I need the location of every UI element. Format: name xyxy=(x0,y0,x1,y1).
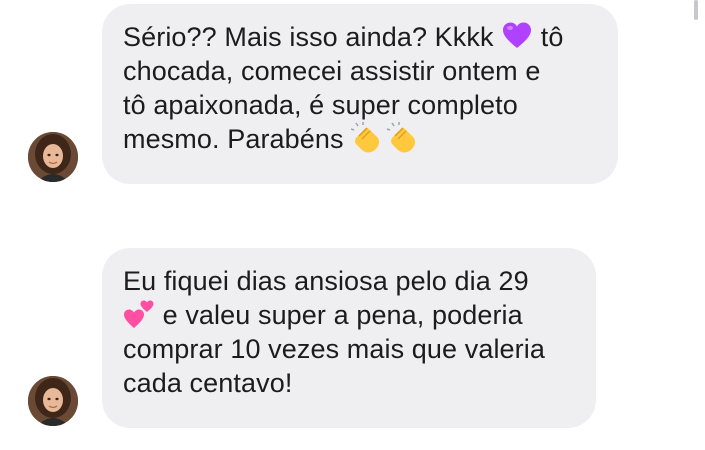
message-line: tô apaixonada, é super completo xyxy=(123,90,518,120)
message-line: mesmo. Parabéns xyxy=(123,122,598,156)
chat-message: Sério?? Mais isso ainda? Kkkk tô chocada… xyxy=(0,4,705,186)
message-line: Sério?? Mais isso ainda? Kkkk tô xyxy=(123,20,564,52)
message-line: e valeu super a pena, poderia xyxy=(123,298,576,332)
clapping-hands-icon xyxy=(351,122,421,154)
purple-heart-icon xyxy=(501,20,533,52)
message-line: comprar 10 vezes mais que valeria xyxy=(123,334,545,364)
chat-message: Eu fiquei dias ansiosa pelo dia 29 e val… xyxy=(0,248,705,430)
message-bubble[interactable]: Sério?? Mais isso ainda? Kkkk tô chocada… xyxy=(102,4,618,184)
message-bubble[interactable]: Eu fiquei dias ansiosa pelo dia 29 e val… xyxy=(102,248,596,428)
avatar[interactable] xyxy=(28,376,78,426)
message-line: chocada, comecei assistir ontem e xyxy=(123,56,541,86)
two-hearts-icon xyxy=(123,298,155,330)
avatar[interactable] xyxy=(28,132,78,182)
message-line: Eu fiquei dias ansiosa pelo dia 29 xyxy=(123,266,529,296)
message-line: cada centavo! xyxy=(123,368,293,398)
